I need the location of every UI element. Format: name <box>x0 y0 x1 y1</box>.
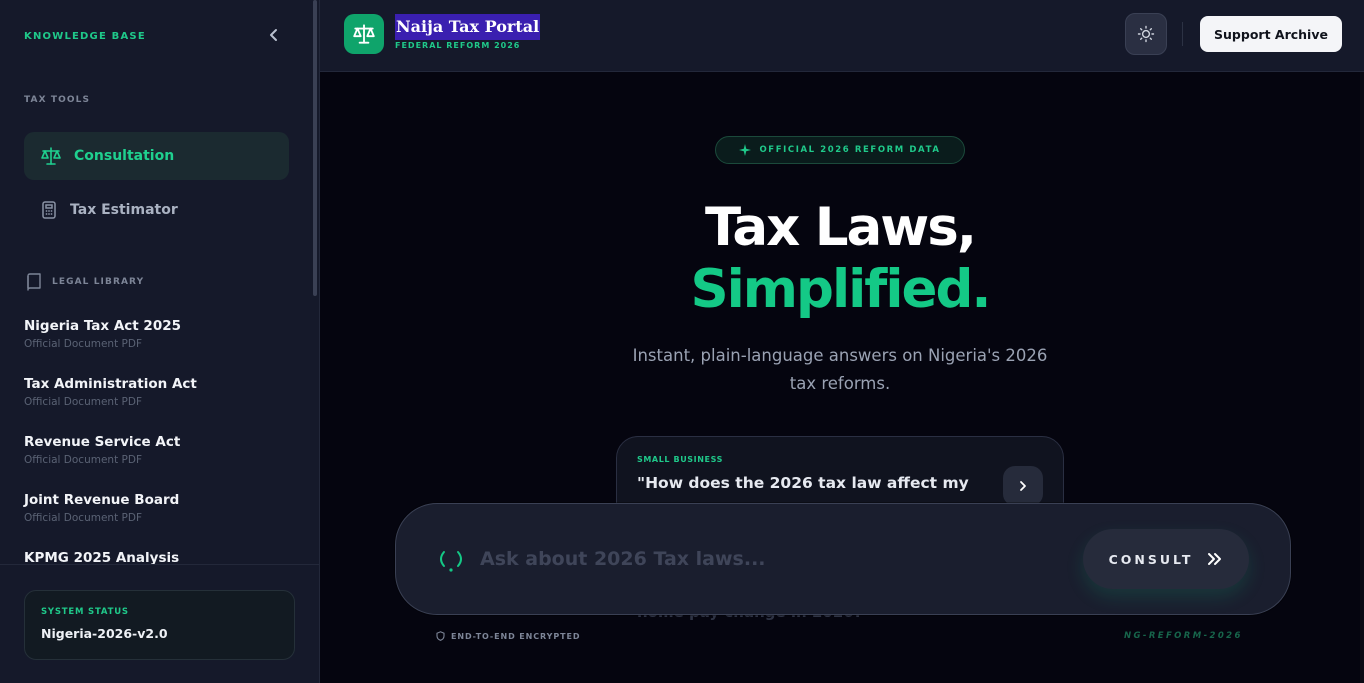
sidebar-heading: KNOWLEDGE BASE <box>24 31 146 42</box>
system-status-label: SYSTEM STATUS <box>41 607 129 617</box>
ask-input[interactable] <box>480 542 1040 576</box>
consult-button-label: CONSULT <box>1108 551 1194 567</box>
legal-library-label: LEGAL LIBRARY <box>52 277 145 287</box>
top-bar: Naija Tax Portal FEDERAL REFORM 2026 Sup… <box>320 0 1364 72</box>
doc-title: Revenue Service Act <box>24 434 181 450</box>
library-doc-nigeria-tax-act[interactable]: Nigeria Tax Act 2025 Official Document P… <box>24 318 294 350</box>
theme-toggle-button[interactable] <box>1125 13 1167 55</box>
system-status-value: Nigeria-2026-v2.0 <box>41 626 168 641</box>
hero-tagline: Instant, plain-language answers on Niger… <box>632 346 1048 393</box>
suggestion-go-button[interactable] <box>1003 466 1043 506</box>
book-icon <box>27 273 41 291</box>
app-logo[interactable] <box>344 14 384 54</box>
encryption-text: END-TO-END ENCRYPTED <box>451 631 581 641</box>
doc-title: Nigeria Tax Act 2025 <box>24 318 182 334</box>
badge-text: OFFICIAL 2026 REFORM DATA <box>759 145 941 155</box>
broadcast-icon[interactable] <box>436 548 466 574</box>
main-scrollbar[interactable] <box>1360 72 1364 683</box>
calculator-icon <box>42 201 56 219</box>
doc-subtitle: Official Document PDF <box>24 454 142 466</box>
sidebar-item-label: Tax Estimator <box>70 202 178 218</box>
sidebar-item-tax-estimator[interactable]: Tax Estimator <box>24 186 289 234</box>
ask-bar: CONSULT <box>395 503 1291 615</box>
doc-subtitle: Official Document PDF <box>24 396 142 408</box>
library-doc-joint-revenue-board[interactable]: Joint Revenue Board Official Document PD… <box>24 492 294 524</box>
library-doc-revenue-service-act[interactable]: Revenue Service Act Official Document PD… <box>24 434 294 466</box>
encryption-note: END-TO-END ENCRYPTED <box>436 631 580 641</box>
collapse-sidebar-button[interactable] <box>264 26 284 48</box>
brand: Naija Tax Portal FEDERAL REFORM 2026 <box>395 14 541 50</box>
sidebar-item-consultation[interactable]: Consultation <box>24 132 289 180</box>
system-status-card: SYSTEM STATUS Nigeria-2026-v2.0 <box>24 590 295 660</box>
sidebar: KNOWLEDGE BASE TAX TOOLS Consultation Ta… <box>0 0 320 683</box>
doc-title: Joint Revenue Board <box>24 492 180 508</box>
sparkle-icon <box>739 144 752 156</box>
hero-title-line2: Simplified. <box>690 259 991 320</box>
header-divider <box>1182 22 1183 46</box>
sidebar-scrollbar[interactable] <box>313 0 317 296</box>
chevron-right-icon <box>1020 481 1026 491</box>
suggestion-category: SMALL BUSINESS <box>637 455 723 464</box>
doc-title: Tax Administration Act <box>24 376 197 392</box>
app-subtitle: FEDERAL REFORM 2026 <box>395 41 521 50</box>
reform-data-badge: OFFICIAL 2026 REFORM DATA <box>715 136 965 164</box>
library-doc-tax-administration-act[interactable]: Tax Administration Act Official Document… <box>24 376 294 408</box>
scales-icon <box>353 24 375 44</box>
consult-button[interactable]: CONSULT <box>1083 529 1249 589</box>
double-chevron-right-icon <box>1208 553 1222 565</box>
hero-title-line1: Tax Laws, <box>705 197 977 258</box>
app-title: Naija Tax Portal <box>395 14 541 40</box>
sun-icon <box>1137 25 1155 43</box>
support-archive-button[interactable]: Support Archive <box>1200 16 1342 52</box>
version-tag: NG-REFORM-2026 <box>1124 631 1243 641</box>
tax-tools-label: TAX TOOLS <box>24 95 91 105</box>
doc-subtitle: Official Document PDF <box>24 338 142 350</box>
chevron-left-icon <box>270 29 277 41</box>
scales-icon <box>41 147 61 165</box>
shield-icon <box>436 631 445 641</box>
sidebar-item-label: Consultation <box>74 148 175 164</box>
doc-subtitle: Official Document PDF <box>24 512 142 524</box>
sidebar-footer: SYSTEM STATUS Nigeria-2026-v2.0 <box>0 564 319 683</box>
